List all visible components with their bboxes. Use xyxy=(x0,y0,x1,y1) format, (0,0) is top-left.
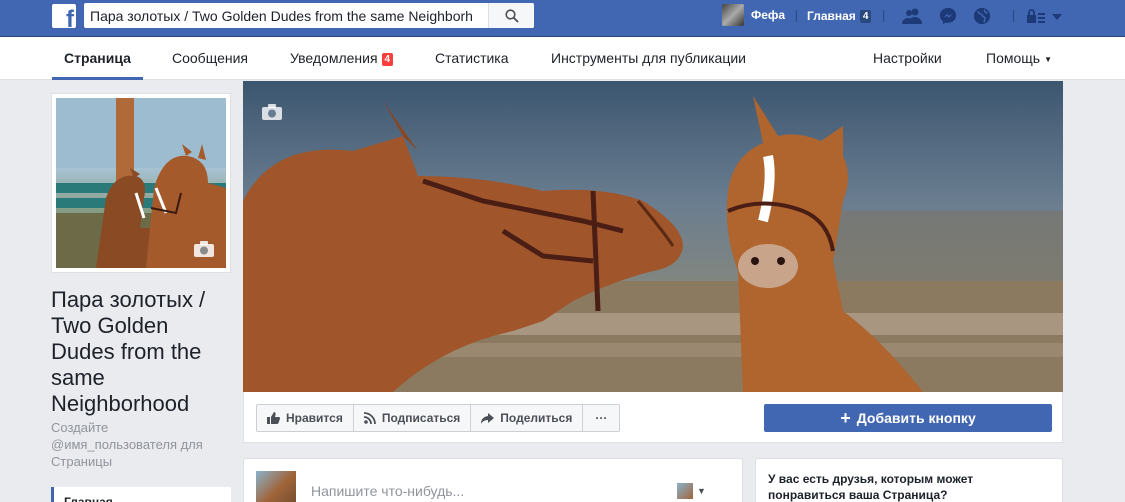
follow-label: Подписаться xyxy=(381,411,461,425)
tab-publishing-tools[interactable]: Инструменты для публикации xyxy=(551,37,746,80)
share-button[interactable]: Поделиться xyxy=(471,405,584,431)
tab-help[interactable]: Помощь ▼ xyxy=(986,37,1052,80)
camera-icon[interactable] xyxy=(193,240,215,258)
tab-page[interactable]: Страница xyxy=(52,37,143,80)
globe-icon[interactable] xyxy=(972,7,992,25)
more-icon: ··· xyxy=(595,411,608,425)
plus-icon: + xyxy=(840,408,851,428)
profile-picture[interactable] xyxy=(51,93,231,273)
profile-link[interactable]: Фефа xyxy=(722,4,785,26)
chevron-down-icon: ▼ xyxy=(1044,55,1052,64)
thumbs-up-icon xyxy=(267,412,280,424)
home-label: Главная xyxy=(807,9,856,23)
post-as-avatar[interactable] xyxy=(677,483,693,499)
avatar xyxy=(722,4,744,26)
search-box xyxy=(84,3,534,28)
lock-icon[interactable] xyxy=(1025,7,1047,25)
more-button[interactable]: ··· xyxy=(583,405,619,431)
top-bar: f Фефа Главная 4 xyxy=(0,0,1125,37)
divider xyxy=(796,10,797,22)
post-composer: Напишите что-нибудь... ▼ xyxy=(243,458,743,502)
page-nav: Страница Сообщения Уведомления 4 Статисти… xyxy=(0,37,1125,80)
rss-icon xyxy=(363,412,376,424)
search-icon xyxy=(504,8,519,23)
divider xyxy=(1013,10,1014,22)
share-arrow-icon xyxy=(481,412,495,424)
search-input[interactable] xyxy=(84,3,488,28)
cover-photo[interactable] xyxy=(243,81,1063,392)
follow-button[interactable]: Подписаться xyxy=(354,405,472,431)
chevron-down-icon[interactable]: ▼ xyxy=(697,486,706,496)
avatar xyxy=(256,471,296,502)
home-count-badge: 4 xyxy=(859,9,872,23)
notifications-badge: 4 xyxy=(381,53,394,66)
invite-friends-text: У вас есть друзья, которым может понрави… xyxy=(768,472,974,502)
divider xyxy=(883,10,884,22)
page-title: Пара золотых / Two Golden Dudes from the… xyxy=(51,287,206,416)
add-button[interactable]: + Добавить кнопку xyxy=(764,404,1052,432)
page-action-bar: Нравится Подписаться Поделиться ··· + До… xyxy=(243,392,1063,443)
share-label: Поделиться xyxy=(500,411,573,425)
friends-icon[interactable] xyxy=(902,7,922,25)
facebook-logo[interactable]: f xyxy=(52,4,76,28)
messenger-icon[interactable] xyxy=(938,7,958,25)
tab-settings[interactable]: Настройки xyxy=(873,37,942,80)
create-username-link[interactable]: Создайте @имя_пользователя для Страницы xyxy=(51,419,236,470)
tab-statistics[interactable]: Статистика xyxy=(435,37,509,80)
search-button[interactable] xyxy=(488,3,534,28)
user-name: Фефа xyxy=(751,8,786,22)
dropdown-icon[interactable] xyxy=(1050,7,1064,25)
camera-icon[interactable] xyxy=(261,103,283,121)
profile-photo xyxy=(56,98,226,268)
home-link[interactable]: Главная 4 xyxy=(807,9,872,23)
invite-friends-card: У вас есть друзья, которым может понрави… xyxy=(755,458,1063,502)
page-actions: Нравится Подписаться Поделиться ··· xyxy=(256,404,621,432)
sidebar-item-home[interactable]: Главная xyxy=(51,487,231,502)
composer-input[interactable]: Напишите что-нибудь... xyxy=(311,483,464,499)
horses-cover-image xyxy=(243,81,1063,392)
like-label: Нравится xyxy=(286,411,343,425)
add-button-label: Добавить кнопку xyxy=(856,410,976,426)
tab-notifications[interactable]: Уведомления 4 xyxy=(290,37,394,80)
like-button[interactable]: Нравится xyxy=(257,405,354,431)
tab-messages[interactable]: Сообщения xyxy=(172,37,248,80)
